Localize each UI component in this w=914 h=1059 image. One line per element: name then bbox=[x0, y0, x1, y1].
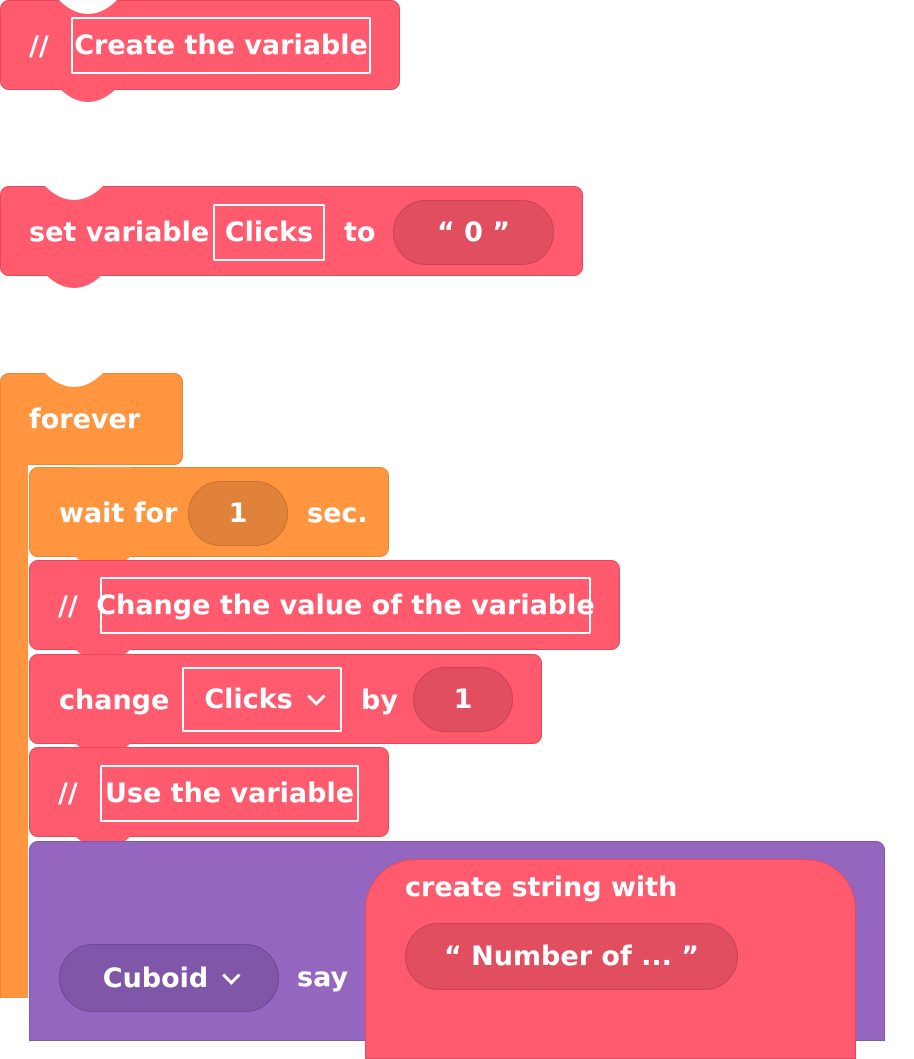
forever-block-header[interactable]: forever bbox=[0, 373, 183, 465]
comment-text-field[interactable]: Change the value of the variable bbox=[96, 577, 595, 634]
notch-icon bbox=[45, 373, 103, 387]
notch-icon bbox=[59, 88, 117, 102]
notch-icon bbox=[74, 467, 132, 481]
comment-block-create-variable[interactable]: // Create the variable bbox=[0, 0, 400, 102]
change-label: change bbox=[59, 685, 170, 716]
forever-label: forever bbox=[29, 404, 141, 435]
say-block[interactable]: Cuboid say create string with “ Number o… bbox=[29, 841, 885, 1059]
comment-text-field[interactable]: Create the variable bbox=[71, 17, 371, 74]
notch-icon bbox=[45, 274, 103, 288]
notch-icon bbox=[45, 186, 103, 200]
change-amount-input[interactable]: 1 bbox=[413, 667, 513, 732]
comment-text-field[interactable]: Use the variable bbox=[100, 765, 359, 822]
variable-dropdown-value: Clicks bbox=[204, 684, 293, 715]
string-value-input[interactable]: “ 0 ” bbox=[393, 200, 554, 265]
sprite-dropdown[interactable]: Cuboid bbox=[59, 944, 279, 1012]
notch-icon bbox=[59, 0, 117, 14]
by-label: by bbox=[361, 685, 398, 716]
forever-block-arm bbox=[0, 455, 28, 998]
wait-seconds-input[interactable]: 1 bbox=[188, 481, 288, 546]
say-label: say bbox=[297, 962, 349, 993]
string-text-input[interactable]: “ Number of ... ” bbox=[405, 923, 738, 990]
create-string-block[interactable]: create string with “ Number of ... ” bbox=[365, 859, 856, 1059]
variable-dropdown[interactable]: Clicks bbox=[182, 667, 342, 732]
chevron-down-icon bbox=[222, 965, 241, 985]
to-label: to bbox=[344, 217, 376, 248]
change-variable-block[interactable]: change Clicks by 1 bbox=[29, 654, 542, 756]
comment-prefix: // bbox=[58, 778, 78, 809]
chevron-down-icon bbox=[306, 687, 326, 706]
set-variable-block[interactable]: set variable Clicks to “ 0 ” bbox=[0, 186, 583, 288]
comment-block-use-variable[interactable]: // Use the variable bbox=[29, 747, 389, 849]
wait-block[interactable]: wait for 1 sec. bbox=[29, 467, 389, 569]
set-variable-label: set variable bbox=[29, 217, 210, 248]
create-string-label: create string with bbox=[405, 872, 678, 903]
comment-prefix: // bbox=[58, 591, 78, 622]
sec-label: sec. bbox=[307, 498, 368, 529]
comment-block-change-value[interactable]: // Change the value of the variable bbox=[29, 560, 620, 662]
variable-field[interactable]: Clicks bbox=[213, 204, 325, 261]
comment-prefix: // bbox=[29, 31, 49, 62]
wait-for-label: wait for bbox=[59, 498, 178, 529]
sprite-dropdown-value: Cuboid bbox=[102, 962, 209, 994]
